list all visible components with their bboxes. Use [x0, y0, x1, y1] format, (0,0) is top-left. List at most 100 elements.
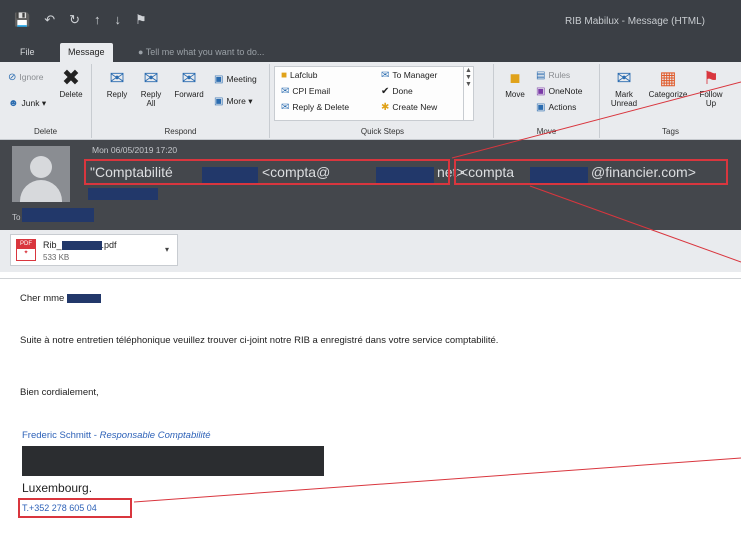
quick-access-toolbar: 💾 ↶ ↻ ↑ ↓ ⚑	[14, 12, 147, 28]
reply-all-button[interactable]: ✉ Reply All	[136, 68, 166, 108]
greeting: Cher mme	[20, 293, 101, 304]
undo-icon[interactable]: ↶	[44, 12, 55, 28]
ignore-icon: ⊘	[8, 72, 17, 83]
pdf-icon: PDF ✦	[16, 239, 36, 261]
actions-label: Actions	[548, 102, 577, 112]
meeting-icon: ▣	[214, 74, 224, 85]
rules-button[interactable]: ▤ Rules	[536, 70, 570, 81]
respond-group-label: Respond	[164, 127, 197, 136]
window-title: RIB Mabilux - Message (HTML)	[564, 16, 705, 27]
up-icon[interactable]: ↑	[94, 12, 101, 28]
closing: Bien cordialement,	[20, 387, 99, 398]
move-button[interactable]: ■ Move	[500, 68, 530, 99]
junk-label: Junk	[21, 98, 40, 108]
highlight-box-real-address	[454, 159, 728, 185]
quick-step-reply-delete[interactable]: ✉ Reply & Delete	[281, 102, 349, 113]
ribbon-tabs: File Message ● Tell me what you want to …	[0, 40, 741, 62]
quick-step-label: To Manager	[392, 70, 438, 80]
follow-label-1: Follow	[699, 90, 723, 99]
more-label: More	[226, 96, 246, 106]
quick-step-to-manager[interactable]: ✉ To Manager	[381, 70, 437, 81]
meeting-button[interactable]: ▣ Meeting	[214, 74, 257, 85]
quick-step-done[interactable]: ✔ Done	[381, 86, 413, 97]
down-icon[interactable]: ↓	[115, 12, 122, 28]
lightning-icon: ✱	[381, 102, 390, 113]
rules-label: Rules	[548, 70, 571, 80]
checkmark-icon: ✔	[381, 86, 390, 97]
quick-step-create-new[interactable]: ✱ Create New	[381, 102, 437, 113]
forward-icon: ✉	[181, 68, 197, 88]
quick-steps-scroll[interactable]: ▲ ▼ ▼	[463, 67, 473, 120]
reply-all-label-2: All	[146, 99, 156, 108]
redo-icon[interactable]: ↻	[69, 12, 80, 28]
reply-all-label-1: Reply	[140, 90, 162, 99]
quick-steps-group: ■ Lafclub ✉ CPI Email ✉ Reply & Delete ✉ To …	[272, 64, 494, 138]
sent-date: Mon 06/05/2019 17:20	[92, 145, 178, 155]
chevron-down-icon[interactable]: ▾	[165, 245, 169, 254]
attachment-name: Rib_ .pdf	[43, 240, 117, 251]
attachment-name-suffix: .pdf	[101, 240, 117, 250]
quick-steps-label: Quick Steps	[360, 127, 405, 136]
avatar-head-icon	[30, 156, 52, 178]
follow-label-2: Up	[705, 99, 717, 108]
actions-icon: ▣	[536, 102, 546, 113]
flag-icon: ⚑	[702, 68, 720, 88]
more-icon: ▣	[214, 96, 224, 107]
reply-button[interactable]: ✉ Reply	[102, 68, 132, 99]
redaction-block	[88, 188, 158, 200]
onenote-icon: ▣	[536, 86, 546, 97]
highlight-box-phone	[18, 498, 132, 518]
quick-step-lafclub[interactable]: ■ Lafclub	[281, 70, 317, 81]
ignore-button[interactable]: ⊘ Ignore	[8, 72, 44, 83]
onenote-button[interactable]: ▣ OneNote	[536, 86, 582, 97]
tag-icon[interactable]: ⚑	[135, 12, 147, 28]
tell-me-search[interactable]: ● Tell me what you want to do...	[130, 43, 272, 62]
move-group-label: Move	[536, 127, 557, 136]
forward-button[interactable]: ✉ Forward	[170, 68, 208, 99]
ignore-label: Ignore	[19, 72, 44, 82]
categorize-button[interactable]: ▦ Categorize	[644, 68, 692, 99]
categorize-label: Categorize	[648, 90, 688, 99]
move-folder-icon: ■	[509, 68, 521, 88]
tell-me-text: Tell me what you want to do...	[145, 47, 265, 57]
delete-label: Delete	[59, 90, 83, 99]
more-button[interactable]: ▣ More ▾	[214, 96, 252, 107]
attachment-name-prefix: Rib_	[43, 240, 62, 250]
pdf-type-label: PDF	[17, 240, 35, 249]
folder-icon: ■	[281, 70, 288, 81]
quick-step-label: Reply & Delete	[292, 102, 350, 112]
categorize-icon: ▦	[659, 68, 677, 88]
tags-group: ✉ Mark Unread ▦ Categorize ⚑ Follow Up Tags	[600, 64, 741, 138]
reply-delete-icon: ✉	[281, 102, 290, 113]
title-bar: 💾 ↶ ↻ ↑ ↓ ⚑ RIB Mabilux - Message (HTML)	[0, 0, 741, 40]
message-header: Mon 06/05/2019 17:20 "Comptabilité <comp…	[0, 140, 741, 230]
junk-icon: ☻	[8, 98, 19, 109]
delete-button[interactable]: ✖ Delete	[54, 67, 88, 100]
tab-file[interactable]: File	[12, 43, 43, 62]
redaction-block	[61, 241, 102, 251]
delete-group: ⊘ Ignore ☻ Junk ▾ ✖ Delete Delete	[0, 64, 92, 138]
follow-up-button[interactable]: ⚑ Follow Up	[694, 68, 728, 108]
greeting-text: Cher mme	[20, 293, 65, 304]
junk-button[interactable]: ☻ Junk ▾	[8, 98, 46, 109]
reply-icon: ✉	[109, 68, 125, 88]
attachment-card[interactable]: PDF ✦ Rib_ .pdf 533 KB ▾	[10, 234, 178, 266]
email-icon: ✉	[281, 86, 290, 97]
respond-group: ✉ Reply ✉ Reply All ✉ Forward ▣ Meeting ▣ More…	[92, 64, 270, 138]
quick-steps-gallery: ■ Lafclub ✉ CPI Email ✉ Reply & Delete ✉ To …	[274, 66, 474, 121]
signature-name: Frederic Schmitt - Responsable Comptabil…	[22, 430, 211, 441]
attachment-size: 533 KB	[43, 253, 70, 262]
avatar-body-icon	[20, 180, 62, 202]
forward-label: Forward	[174, 90, 204, 99]
quick-step-cpi-email[interactable]: ✉ CPI Email	[281, 86, 330, 97]
lightbulb-icon: ●	[138, 47, 146, 57]
recipient-redacted[interactable]	[22, 208, 94, 222]
actions-button[interactable]: ▣ Actions	[536, 102, 576, 113]
mark-unread-button[interactable]: ✉ Mark Unread	[606, 68, 642, 108]
save-icon[interactable]: 💾	[14, 12, 30, 28]
quick-step-label: Create New	[392, 102, 438, 112]
quick-step-label: Done	[392, 86, 413, 96]
to-label: To	[12, 213, 21, 222]
signature-city: Luxembourg.	[22, 481, 93, 495]
tab-message[interactable]: Message	[60, 43, 113, 62]
